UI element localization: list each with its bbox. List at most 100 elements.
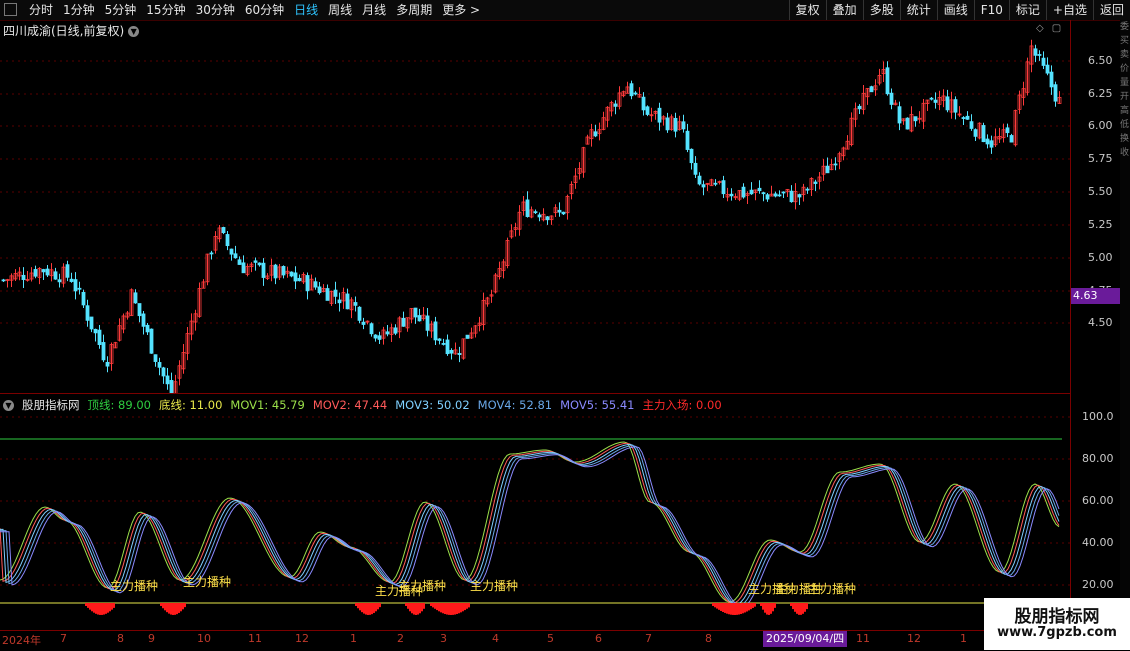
candle-body bbox=[781, 191, 786, 194]
candle-body bbox=[425, 315, 430, 331]
candle-body bbox=[761, 192, 766, 195]
entry-bar bbox=[174, 603, 176, 615]
tab-8[interactable]: 月线 bbox=[357, 2, 391, 18]
entry-bar bbox=[377, 603, 379, 610]
entry-bar bbox=[162, 603, 164, 609]
toolbar-button-7[interactable]: +自选 bbox=[1045, 0, 1093, 20]
candle-body bbox=[729, 193, 734, 197]
entry-bar bbox=[718, 603, 720, 610]
candle-body bbox=[345, 293, 350, 310]
entry-bar bbox=[806, 603, 808, 610]
candle-body bbox=[665, 117, 670, 131]
tab-2[interactable]: 5分钟 bbox=[100, 2, 142, 18]
pane-divider[interactable] bbox=[0, 393, 1070, 394]
entry-bar bbox=[450, 603, 452, 615]
toolbar-button-1[interactable]: 叠加 bbox=[825, 0, 863, 20]
candle-body bbox=[297, 277, 302, 282]
candle-body bbox=[445, 339, 450, 355]
tab-0[interactable]: 分时 bbox=[24, 2, 58, 18]
candle-body bbox=[53, 271, 58, 280]
price-tick: 5.00 bbox=[1088, 251, 1113, 264]
entry-bar bbox=[411, 603, 413, 614]
entry-bar bbox=[716, 603, 718, 609]
candle-body bbox=[369, 323, 374, 335]
time-tick: 10 bbox=[197, 632, 211, 645]
candle-body bbox=[281, 266, 286, 276]
candle-body bbox=[533, 211, 538, 214]
entry-bar bbox=[794, 603, 796, 612]
tab-3[interactable]: 15分钟 bbox=[141, 2, 190, 18]
candle-body bbox=[253, 260, 258, 263]
candle-body bbox=[545, 216, 550, 221]
signal-label: 主力播种 bbox=[110, 579, 158, 593]
candle-body bbox=[161, 367, 166, 377]
tab-4[interactable]: 30分钟 bbox=[191, 2, 240, 18]
tab-5[interactable]: 60分钟 bbox=[240, 2, 289, 18]
candlestick-chart[interactable] bbox=[0, 20, 1070, 393]
tab-7[interactable]: 周线 bbox=[323, 2, 357, 18]
entry-bar bbox=[722, 603, 724, 613]
entry-bar bbox=[178, 603, 180, 613]
candle-body bbox=[537, 214, 542, 218]
entry-bar bbox=[105, 603, 107, 614]
candle-body bbox=[457, 353, 462, 355]
candle-body bbox=[693, 162, 698, 175]
indicator-name: 股朋指标网 bbox=[22, 398, 80, 412]
top-toolbar: 分时 1分钟 5分钟 15分钟 30分钟 60分钟 日线 周线 月线 多周期 更多 > 复权 叠加 多股… bbox=[0, 0, 1130, 21]
window-square-icon[interactable] bbox=[4, 3, 17, 16]
tab-6[interactable]: 日线 bbox=[289, 2, 323, 18]
right-sidebar: 委买卖价量开高低换收 bbox=[1120, 20, 1130, 630]
entry-bar bbox=[170, 603, 172, 615]
entry-bar bbox=[363, 603, 365, 614]
time-tick: 7 bbox=[645, 632, 652, 645]
tab-9[interactable]: 多周期 bbox=[391, 2, 437, 18]
signal-label: 主力播种 bbox=[398, 579, 446, 593]
entry-bar bbox=[109, 603, 111, 612]
entry-bar bbox=[760, 603, 762, 606]
toolbar-button-4[interactable]: 画线 bbox=[936, 0, 974, 20]
entry-bar bbox=[714, 603, 716, 608]
entry-bar bbox=[160, 603, 162, 606]
toolbar-button-2[interactable]: 多股 bbox=[862, 0, 900, 20]
candle-body bbox=[361, 321, 366, 325]
candle-body bbox=[1009, 135, 1014, 143]
toolbar-button-6[interactable]: 标记 bbox=[1008, 0, 1046, 20]
candle-body bbox=[857, 105, 862, 110]
entry-bar bbox=[732, 603, 734, 615]
toolbar-button-8[interactable]: 返回 bbox=[1092, 0, 1130, 20]
candle-body bbox=[749, 189, 754, 195]
indicator-tick: 80.00 bbox=[1082, 452, 1114, 465]
chevron-down-icon[interactable]: ▼ bbox=[3, 399, 14, 411]
candle-body bbox=[325, 288, 330, 301]
toolbar-button-0[interactable]: 复权 bbox=[788, 0, 826, 20]
candle-body bbox=[81, 291, 86, 306]
candle-body bbox=[681, 121, 686, 130]
time-tick: 2024年 bbox=[2, 634, 41, 647]
tab-10[interactable]: 更多 > bbox=[437, 2, 485, 18]
candle-body bbox=[233, 253, 238, 259]
signal-label: 主力播种 bbox=[808, 582, 856, 596]
entry-bar bbox=[367, 603, 369, 615]
candle-body bbox=[261, 262, 266, 278]
indicator-tick: 40.00 bbox=[1082, 536, 1114, 549]
entry-bar bbox=[448, 603, 450, 615]
toolbar-button-5[interactable]: F10 bbox=[973, 0, 1009, 20]
time-tick: 1 bbox=[960, 632, 967, 645]
candle-body bbox=[721, 180, 726, 195]
price-tick: 6.25 bbox=[1088, 87, 1113, 100]
indicator-value: 主力入场: 0.00 bbox=[642, 398, 722, 412]
tab-1[interactable]: 1分钟 bbox=[58, 2, 100, 18]
entry-bar bbox=[460, 603, 462, 613]
candle-body bbox=[41, 269, 46, 273]
toolbar-button-3[interactable]: 统计 bbox=[899, 0, 937, 20]
entry-bar bbox=[164, 603, 166, 611]
entry-bar bbox=[740, 603, 742, 615]
entry-bar bbox=[440, 603, 442, 613]
indicator-chart[interactable]: 主力播种 主力播种主力播种主力播种 主力播种 主力播种主力播种主力播种 bbox=[0, 412, 1070, 630]
entry-bar bbox=[452, 603, 454, 615]
candle-body bbox=[593, 131, 598, 137]
entry-bar bbox=[768, 603, 770, 615]
indicator-value: MOV2: 47.44 bbox=[312, 398, 388, 412]
current-price-badge: 4.63 bbox=[1070, 288, 1120, 304]
entry-bar bbox=[770, 603, 772, 614]
